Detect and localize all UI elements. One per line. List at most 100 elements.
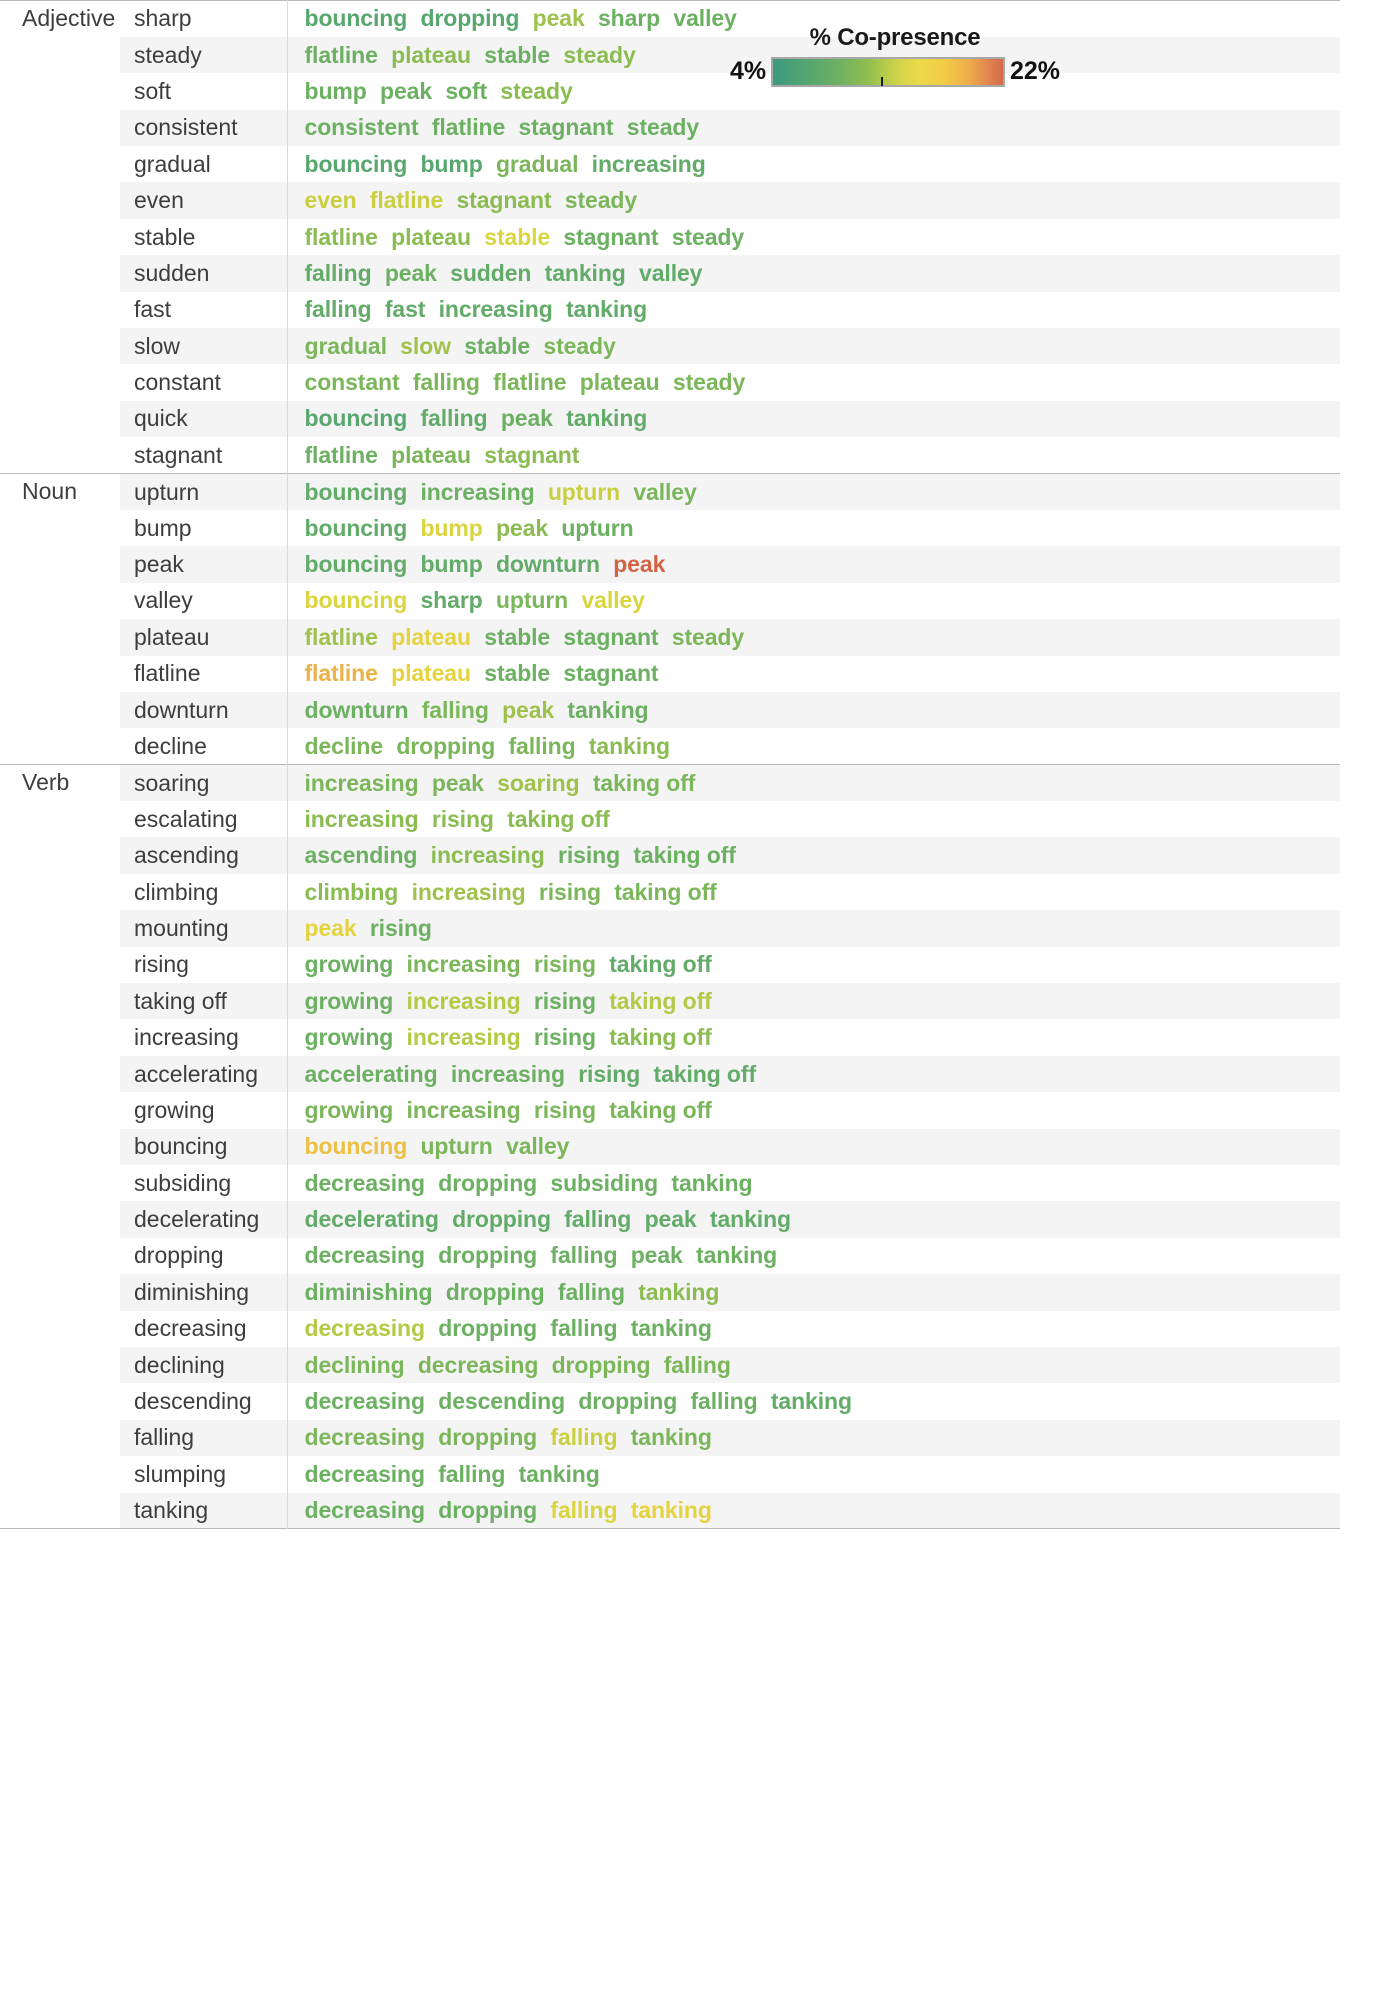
neighbor-word: dropping [438,1496,538,1523]
neighbor-word: flatline [369,187,444,214]
neighbor-word: descending [438,1388,566,1415]
neighbor-word: slow [400,332,451,359]
pos-group-label [0,1019,120,1056]
row-word-label: falling [120,1419,288,1457]
colorbar-row: 4% 22% [730,55,1060,88]
neighbor-word: stable [484,41,551,68]
row-word-label: taking off [120,983,288,1020]
neighbor-word: sudden [450,259,532,286]
neighbor-word: increasing [430,842,545,869]
table-row: flatline flatline plateau stable stagnant [0,655,1340,692]
neighbor-word: peak [644,1206,697,1233]
pos-group-label [0,1201,120,1238]
row-word-label: quick [120,400,288,438]
neighbor-word: increasing [406,987,521,1014]
neighbor-word: decreasing [304,1242,426,1269]
pos-group-label [0,619,120,656]
neighbor-word: flatline [304,660,378,687]
neighbor-word-list: bouncing sharp upturn valley [287,582,1340,620]
row-word-label: even [120,182,288,219]
neighbor-word: decreasing [304,1315,426,1342]
colorbar-gradient [771,56,1005,87]
neighbor-word: taking off [614,878,717,905]
table-row: steady flatline plateau stable steady [0,36,1340,74]
row-word-label: flatline [120,655,288,692]
neighbor-word: peak [495,514,549,541]
pos-group-label [0,36,120,74]
neighbor-word: increasing [438,296,553,323]
neighbor-word: growing [304,1096,394,1123]
table-row: tanking decreasing dropping falling tanki… [0,1492,1340,1529]
neighbor-word: dropping [551,1351,651,1378]
neighbor-word: upturn [495,587,569,614]
row-word-label: constant [120,364,288,401]
neighbor-word-list: flatline plateau stable stagnant steady [287,619,1340,656]
neighbor-word: peak [384,259,437,286]
row-word-label: valley [120,582,288,620]
pos-group-label [0,1346,120,1384]
table-row: bouncing bouncing upturn valley [0,1128,1340,1165]
neighbor-word: steady [563,41,636,68]
neighbor-word: stable [484,660,551,687]
colorbar-max-label: 22% [1009,57,1060,85]
row-word-label: bouncing [120,1128,288,1165]
table-row: climbing climbing increasing rising takin… [0,873,1340,911]
row-word-label: diminishing [120,1274,288,1311]
row-word-label: slumping [120,1456,288,1493]
neighbor-word: bouncing [304,514,408,541]
neighbor-word: steady [543,332,616,359]
neighbor-word: tanking [567,696,649,723]
neighbor-word: decreasing [304,1424,426,1451]
neighbor-word: rising [533,1024,596,1051]
table-row: peak bouncing bump downturn peak [0,546,1340,583]
neighbor-word-list: flatline plateau stagnant [287,437,1340,474]
pos-group-label [0,182,120,219]
pos-group-label [0,109,120,147]
neighbor-word-list: climbing increasing rising taking off [287,873,1340,911]
row-word-label: stable [120,218,288,256]
neighbor-word: tanking [544,259,626,286]
table-row: constant constant falling flatline platea… [0,364,1340,401]
neighbor-word: growing [304,1024,394,1051]
neighbor-word: falling [663,1351,731,1378]
neighbor-word-list: consistent flatline stagnant steady [287,109,1340,147]
neighbor-word: falling [420,405,488,432]
neighbor-word-list: accelerating increasing rising taking of… [287,1055,1340,1093]
neighbor-word: tanking [565,296,648,323]
pos-group-label [0,1310,120,1347]
neighbor-word: steady [564,187,638,214]
neighbor-word: subsiding [550,1169,659,1196]
neighbor-word-list: bouncing increasing upturn valley [287,473,1340,510]
row-word-label: climbing [120,873,288,911]
neighbor-word-list: diminishing dropping falling tanking [287,1274,1340,1311]
neighbor-word: taking off [609,951,712,978]
table-row: stagnant flatline plateau stagnant [0,437,1340,474]
table-row: slow gradual slow stable steady [0,328,1340,365]
table-row: fast falling fast increasing tanking [0,291,1340,329]
neighbor-word: dropping [438,1424,538,1451]
neighbor-word: flatline [304,623,378,650]
neighbor-word: flatline [493,369,567,396]
neighbor-word: bouncing [304,478,408,505]
neighbor-word: tanking [630,1496,712,1523]
table-row: valley bouncing sharp upturn valley [0,582,1340,620]
table-bottom-rule-cell [287,1528,1340,1535]
neighbor-word: even [304,187,357,214]
neighbor-word-list: growing increasing rising taking off [287,1092,1340,1129]
neighbor-word: downturn [495,551,600,578]
pos-group-label [0,983,120,1020]
neighbor-word: tanking [770,1388,852,1415]
row-word-label: decline [120,728,288,765]
neighbor-word-list: decreasing dropping falling tanking [287,1492,1340,1529]
neighbor-word: plateau [579,369,660,396]
row-word-label: consistent [120,109,288,147]
neighbor-word: rising [431,805,494,832]
row-word-label: escalating [120,801,288,838]
neighbor-word: rising [538,878,601,905]
neighbor-word: growing [304,987,394,1014]
pos-group-label [0,837,120,874]
neighbor-word: bouncing [304,587,408,614]
copresence-matrix-figure: % Co-presence 4% 22% Adjective sharp bounc… [0,0,1373,2000]
pos-group-label [0,1383,120,1420]
table-row: slumping decreasing falling tanking [0,1456,1340,1493]
